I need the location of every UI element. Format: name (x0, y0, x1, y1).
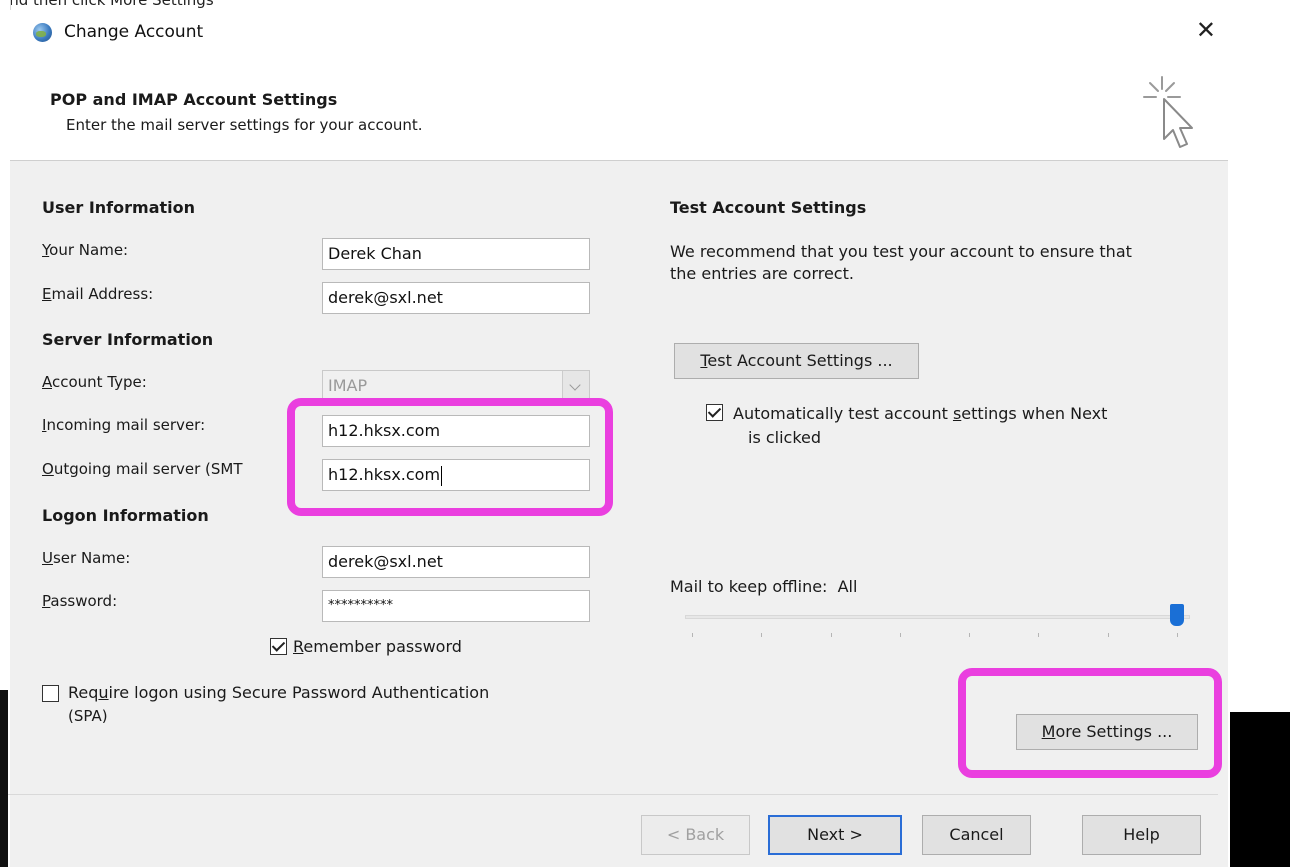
remember-password-checkbox[interactable] (270, 638, 287, 655)
mail-offline-value: All (837, 577, 858, 596)
user-name-label: User Name: (42, 549, 131, 567)
password-label: Password: (42, 592, 118, 610)
background-black-region (1230, 712, 1290, 867)
header-title: POP and IMAP Account Settings (50, 90, 338, 109)
password-field[interactable]: ********** (322, 590, 590, 622)
slider-tick (969, 633, 971, 637)
outgoing-server-label: Outgoing mail server (SMT (42, 460, 243, 478)
account-type-label: Account Type: (42, 373, 147, 391)
close-button[interactable]: ✕ (1196, 16, 1216, 44)
test-settings-description-line2: the entries are correct. (670, 264, 854, 283)
window-title: Change Account (64, 22, 204, 42)
your-name-field[interactable]: Derek Chan (322, 238, 590, 270)
spa-label: Require logon using Secure Password Auth… (68, 683, 490, 702)
title-bar: Change Account ✕ (10, 10, 1228, 55)
slider-tick (1177, 633, 1178, 637)
test-settings-description-line1: We recommend that you test your account … (670, 242, 1132, 261)
slider-tick (761, 633, 763, 637)
user-info-heading: User Information (42, 198, 195, 217)
spa-checkbox[interactable] (42, 685, 59, 702)
remember-password-label: Remember password (293, 637, 462, 656)
auto-test-label-line2: is clicked (748, 428, 822, 447)
test-settings-heading: Test Account Settings (670, 198, 867, 217)
auto-test-checkbox[interactable] (706, 404, 723, 421)
background-black-edge (0, 690, 8, 867)
back-button: < Back (641, 815, 750, 855)
account-type-value: IMAP (328, 376, 368, 395)
user-name-field[interactable]: derek@sxl.net (322, 546, 590, 578)
your-name-label: Your Name: (42, 241, 129, 259)
wizard-cursor-icon (1143, 76, 1193, 148)
more-settings-highlight (958, 668, 1222, 778)
mail-offline-label: Mail to keep offline: All (670, 577, 858, 596)
footer-divider (0, 794, 1218, 795)
dialog-header: POP and IMAP Account Settings Enter the … (10, 55, 1228, 161)
instruction-caption: and then click More Settings (0, 0, 214, 9)
spa-label-line2: (SPA) (68, 707, 108, 725)
slider-tick (899, 633, 901, 637)
email-address-label: Email Address: (42, 285, 154, 303)
next-button[interactable]: Next > (768, 815, 902, 855)
server-info-heading: Server Information (42, 330, 214, 349)
help-button[interactable]: Help (1082, 815, 1201, 855)
incoming-server-label: Incoming mail server: (42, 416, 206, 434)
slider-tick (830, 633, 832, 637)
slider-tick (1107, 633, 1109, 637)
header-subtitle: Enter the mail server settings for your … (66, 116, 423, 134)
chevron-down-icon (562, 371, 589, 401)
offline-slider-track[interactable] (685, 615, 1190, 619)
slider-tick (692, 633, 693, 637)
email-address-field[interactable]: derek@sxl.net (322, 282, 590, 314)
test-account-settings-button[interactable]: Test Account Settings ... (674, 343, 919, 379)
outlook-globe-icon (33, 23, 52, 42)
slider-tick (1038, 633, 1040, 637)
auto-test-label: Automatically test account settings when… (733, 404, 1108, 423)
offline-slider-thumb[interactable] (1170, 604, 1184, 626)
server-fields-highlight (287, 398, 613, 516)
logon-info-heading: Logon Information (42, 506, 209, 525)
cancel-button[interactable]: Cancel (922, 815, 1031, 855)
